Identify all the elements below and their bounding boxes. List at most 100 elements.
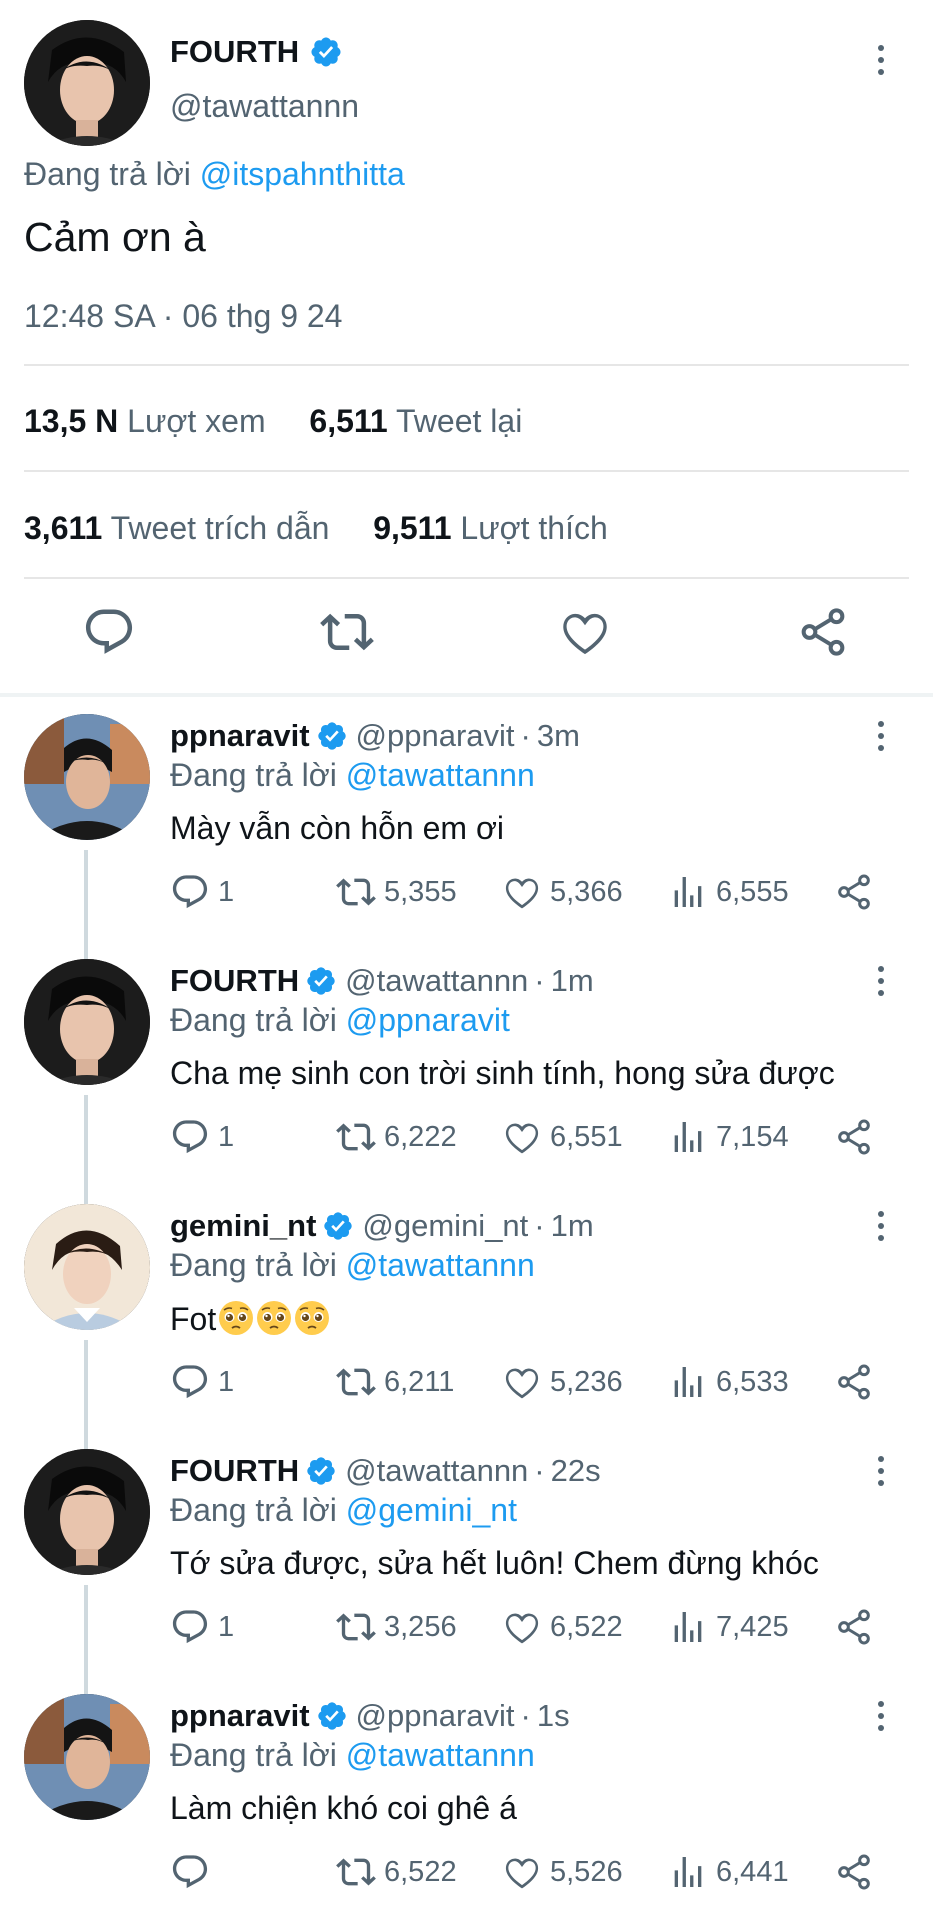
share-icon[interactable]: [834, 1362, 874, 1402]
avatar[interactable]: [24, 20, 150, 146]
author-handle[interactable]: @tawattannn: [345, 963, 528, 999]
retweet-button[interactable]: 6,222: [336, 1117, 457, 1157]
reply-button[interactable]: 1: [170, 872, 234, 912]
share-icon[interactable]: [834, 1607, 874, 1647]
author-handle[interactable]: @ppnaravit: [356, 1698, 515, 1734]
reply-tweet[interactable]: ppnaravit @ppnaravit · 1s Đang trả lời @tawa…: [0, 1680, 933, 1920]
share-icon[interactable]: [834, 1852, 874, 1892]
views-button[interactable]: 6,555: [668, 872, 789, 912]
more-options-icon[interactable]: [866, 1451, 896, 1491]
reply-icon[interactable]: [170, 1362, 210, 1402]
reply-time[interactable]: 3m: [537, 718, 580, 754]
author-name[interactable]: ppnaravit: [170, 718, 310, 754]
retweet-button[interactable]: 5,355: [336, 872, 457, 912]
share-icon[interactable]: [834, 1117, 874, 1157]
replying-mention[interactable]: @tawattannn: [346, 1737, 535, 1773]
avatar[interactable]: [24, 1694, 150, 1820]
views-icon[interactable]: [668, 872, 708, 912]
retweets-label[interactable]: Tweet lại: [396, 403, 522, 439]
retweet-button[interactable]: 3,256: [336, 1607, 457, 1647]
like-icon[interactable]: [502, 1362, 542, 1402]
avatar[interactable]: [24, 714, 150, 840]
replying-mention[interactable]: @itspahnthitta: [200, 156, 405, 192]
quotes-label[interactable]: Tweet trích dẫn: [111, 510, 330, 546]
likes-count[interactable]: 9,511: [373, 510, 451, 546]
replying-mention[interactable]: @tawattannn: [346, 1247, 535, 1283]
reply-button[interactable]: 1: [170, 1607, 234, 1647]
share-button[interactable]: [834, 1362, 874, 1402]
views-icon[interactable]: [668, 1117, 708, 1157]
views-button[interactable]: 7,425: [668, 1607, 789, 1647]
like-icon[interactable]: [502, 1117, 542, 1157]
retweet-button[interactable]: 6,522: [336, 1852, 457, 1892]
retweet-icon[interactable]: [336, 1117, 376, 1157]
like-button[interactable]: 6,551: [502, 1117, 623, 1157]
retweet-icon[interactable]: [336, 1607, 376, 1647]
reply-button[interactable]: 1: [170, 1362, 234, 1402]
retweet-icon[interactable]: [320, 605, 374, 659]
share-icon[interactable]: [796, 605, 850, 659]
author-name[interactable]: FOURTH: [170, 963, 299, 999]
share-button[interactable]: [834, 872, 874, 912]
share-button[interactable]: [834, 1117, 874, 1157]
share-button[interactable]: [834, 1607, 874, 1647]
quotes-count[interactable]: 3,611: [24, 510, 102, 546]
likes-label[interactable]: Lượt thích: [460, 510, 607, 546]
author-name[interactable]: FOURTH: [170, 34, 299, 70]
more-options-icon[interactable]: [866, 961, 896, 1001]
author-handle[interactable]: @ppnaravit: [356, 718, 515, 754]
replying-mention[interactable]: @ppnaravit: [346, 1002, 510, 1038]
reply-icon[interactable]: [170, 1852, 210, 1892]
reply-time[interactable]: 1m: [551, 1208, 594, 1244]
avatar[interactable]: [24, 1449, 150, 1575]
views-button[interactable]: 6,533: [668, 1362, 789, 1402]
views-icon[interactable]: [668, 1852, 708, 1892]
retweet-icon[interactable]: [336, 1362, 376, 1402]
views-button[interactable]: 7,154: [668, 1117, 789, 1157]
author-name[interactable]: FOURTH: [170, 1453, 299, 1489]
reply-icon[interactable]: [82, 605, 136, 659]
more-options-icon[interactable]: [866, 1206, 896, 1246]
views-icon[interactable]: [668, 1607, 708, 1647]
like-button[interactable]: 5,526: [502, 1852, 623, 1892]
like-button[interactable]: 5,236: [502, 1362, 623, 1402]
reply-time[interactable]: 1m: [551, 963, 594, 999]
reply-button[interactable]: 1: [170, 1117, 234, 1157]
replying-mention[interactable]: @gemini_nt: [346, 1492, 517, 1528]
author-name[interactable]: gemini_nt: [170, 1208, 316, 1244]
reply-tweet[interactable]: gemini_nt @gemini_nt · 1m Đang trả lời @tawa…: [0, 1190, 933, 1435]
reply-icon[interactable]: [170, 872, 210, 912]
reply-icon[interactable]: [170, 1117, 210, 1157]
author-handle[interactable]: @tawattannn: [170, 88, 359, 125]
like-button[interactable]: 5,366: [502, 872, 623, 912]
replying-mention[interactable]: @tawattannn: [346, 757, 535, 793]
author-handle[interactable]: @gemini_nt: [362, 1208, 528, 1244]
share-icon[interactable]: [834, 872, 874, 912]
avatar[interactable]: [24, 1204, 150, 1330]
avatar[interactable]: [24, 959, 150, 1085]
tweet-timestamp[interactable]: 12:48 SA · 06 thg 9 24: [24, 298, 342, 335]
reply-button[interactable]: [170, 1852, 218, 1892]
reply-tweet[interactable]: FOURTH @tawattannn · 22s Đang trả lời @gemin…: [0, 1435, 933, 1680]
like-icon[interactable]: [502, 1852, 542, 1892]
like-button[interactable]: 6,522: [502, 1607, 623, 1647]
retweets-count[interactable]: 6,511: [309, 403, 387, 439]
more-options-icon[interactable]: [866, 40, 896, 80]
like-icon[interactable]: [558, 605, 612, 659]
reply-tweet[interactable]: ppnaravit @ppnaravit · 3m Đang trả lời @tawa…: [0, 700, 933, 945]
reply-icon[interactable]: [170, 1607, 210, 1647]
like-icon[interactable]: [502, 872, 542, 912]
views-icon[interactable]: [668, 1362, 708, 1402]
share-button[interactable]: [834, 1852, 874, 1892]
views-button[interactable]: 6,441: [668, 1852, 789, 1892]
retweet-button[interactable]: 6,211: [336, 1362, 454, 1402]
reply-time[interactable]: 22s: [551, 1453, 601, 1489]
retweet-icon[interactable]: [336, 1852, 376, 1892]
retweet-icon[interactable]: [336, 872, 376, 912]
more-options-icon[interactable]: [866, 1696, 896, 1736]
reply-tweet[interactable]: FOURTH @tawattannn · 1m Đang trả lời @ppnara…: [0, 945, 933, 1190]
reply-time[interactable]: 1s: [537, 1698, 570, 1734]
author-handle[interactable]: @tawattannn: [345, 1453, 528, 1489]
author-name[interactable]: ppnaravit: [170, 1698, 310, 1734]
more-options-icon[interactable]: [866, 716, 896, 756]
